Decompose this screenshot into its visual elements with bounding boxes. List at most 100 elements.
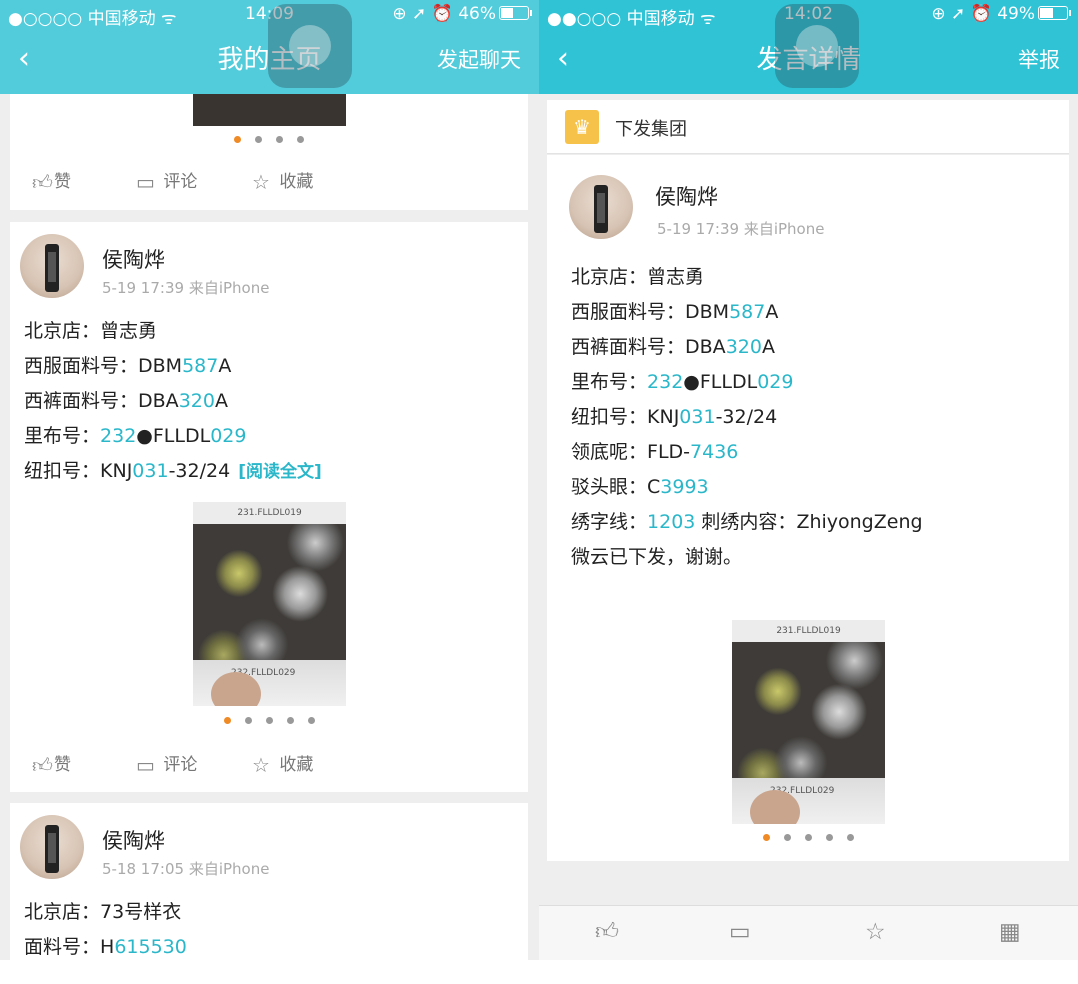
line-value: 曾志勇 [100, 320, 158, 342]
post-line: 西裤面料号：DBA320A [24, 386, 228, 413]
line-value: 曾志勇 [647, 266, 705, 288]
post-card: 侯陶烨 5-18 17:05 来自iPhone 北京店：73号样衣 面料号：H6… [10, 803, 528, 960]
post-time: 5-18 17:05 [102, 860, 185, 878]
status-indicators: ⊕ ➚ ⏰ 49% [931, 4, 1035, 24]
avatar[interactable] [20, 234, 84, 298]
read-more-link[interactable]: [阅读全文] [238, 462, 322, 482]
comment-icon[interactable]: ▭ [729, 919, 751, 945]
post-line: 北京店：曾志勇 [571, 262, 704, 289]
start-chat-button[interactable]: 发起聊天 [437, 46, 521, 74]
carousel-dot[interactable] [804, 834, 812, 841]
user-name[interactable]: 侯陶烨 [655, 181, 718, 211]
carousel-dot[interactable] [307, 717, 315, 724]
line-key: 北京店： [24, 320, 101, 342]
like-button[interactable]: 👍︎赞 [32, 167, 71, 195]
carousel-dot[interactable] [297, 136, 304, 143]
carousel-dots [547, 834, 1069, 841]
line-number[interactable]: 587 [729, 301, 765, 323]
favorite-button[interactable]: ☆ 收藏 [252, 167, 313, 194]
comment-button[interactable]: ▭ 评论 [136, 750, 197, 777]
carousel-dot[interactable] [846, 834, 854, 841]
my-homepage-screen: ●○○○○ 中国移动 ᯤ 14:09 ⊕ ➚ ⏰ 46% ‹ 我的主页 发起聊天… [0, 0, 539, 960]
line-value: DBM [138, 355, 183, 377]
like-button[interactable]: 👍︎赞 [32, 750, 71, 778]
line-value: ●FLLDL [683, 371, 758, 393]
line-key: 西裤面料号： [24, 390, 139, 412]
line-number[interactable]: 031 [679, 406, 715, 428]
post-photo[interactable]: 231.FLLDL019 232.FLLDL029 [732, 620, 885, 824]
post-detail-card: 侯陶烨 5-19 17:39 来自iPhone 北京店：曾志勇 西服面料号：DB… [547, 155, 1069, 861]
battery-icon [499, 6, 532, 20]
line-number[interactable]: 232 [100, 425, 136, 447]
line-number[interactable]: 320 [726, 336, 762, 358]
comment-label: 评论 [163, 755, 198, 775]
post-line: 微云已下发，谢谢。 [571, 546, 743, 568]
favorite-button[interactable]: ☆ 收藏 [252, 750, 313, 777]
line-value: A [765, 301, 779, 323]
comment-label: 评论 [163, 172, 198, 192]
line-number[interactable]: 587 [182, 355, 218, 377]
comment-button[interactable]: ▭ 评论 [136, 167, 197, 194]
post-meta: 5-18 17:05 来自iPhone [102, 858, 269, 879]
line-number[interactable]: 3993 [660, 476, 708, 498]
post-line: 纽扣号：KNJ031-32/24 [571, 402, 777, 429]
post-source: 来自iPhone [188, 860, 270, 878]
line-number[interactable]: 615530 [114, 936, 187, 958]
carousel-dot[interactable] [255, 136, 262, 143]
post-photo[interactable] [193, 94, 346, 126]
post-line: 西服面料号：DBM587A [571, 297, 778, 324]
assistive-touch-button[interactable] [268, 4, 352, 88]
line-number[interactable]: 320 [179, 390, 215, 412]
group-header[interactable]: ♛ 下发集团 [547, 100, 1069, 154]
carousel-dot[interactable] [223, 717, 231, 724]
carousel-dot[interactable] [286, 717, 294, 724]
line-key: 面料号： [24, 936, 101, 958]
avatar[interactable] [569, 175, 633, 239]
carousel-dot[interactable] [276, 136, 283, 143]
carousel-dots [10, 136, 528, 143]
avatar[interactable] [20, 815, 84, 879]
line-key: 里布号： [24, 425, 101, 447]
star-icon[interactable]: ☆ [865, 919, 886, 945]
assistive-touch-button[interactable] [775, 4, 859, 88]
line-value: A [214, 390, 228, 412]
thumbs-up-icon: 👍︎ [32, 753, 53, 777]
thumbs-up-icon[interactable]: 👍︎ [595, 919, 619, 946]
post-photo[interactable]: 231.FLLDL019 232.FLLDL029 [193, 502, 346, 706]
post-source: 来自iPhone [743, 220, 825, 238]
favorite-label: 收藏 [279, 755, 314, 775]
status-right-icons: ⊕ ➚ ⏰ 46% [392, 4, 532, 24]
line-number[interactable]: 031 [132, 460, 168, 482]
line-value: DBA [685, 336, 726, 358]
line-number[interactable]: 1203 [647, 511, 695, 533]
grid-menu-icon[interactable]: ▦ [999, 919, 1021, 945]
group-name: 下发集团 [615, 119, 687, 140]
user-name[interactable]: 侯陶烨 [102, 825, 165, 855]
line-number[interactable]: 7436 [690, 441, 738, 463]
carousel-dot[interactable] [234, 136, 241, 143]
post-detail-screen: ●●○○○ 中国移动 ᯤ 14:02 ⊕ ➚ ⏰ 49% ‹ 发言详情 举报 ♛… [539, 0, 1078, 960]
line-key: 纽扣号： [24, 460, 101, 482]
post-card: 👍︎赞 ▭ 评论 ☆ 收藏 [10, 94, 528, 210]
report-button[interactable]: 举报 [1018, 46, 1060, 74]
line-value: H [100, 936, 115, 958]
carousel-dot[interactable] [825, 834, 833, 841]
line-key: 西服面料号： [24, 355, 139, 377]
line-number[interactable]: 029 [757, 371, 793, 393]
user-name[interactable]: 侯陶烨 [102, 244, 165, 274]
line-value: A [761, 336, 775, 358]
carousel-dot[interactable] [762, 834, 770, 841]
post-line: 绣字线：1203 刺绣内容：ZhiyongZeng [571, 507, 923, 534]
post-line: 驳头眼：C3993 [571, 472, 709, 499]
post-line: 领底呢：FLD-7436 [571, 437, 738, 464]
carousel-dot[interactable] [265, 717, 273, 724]
line-number[interactable]: 029 [210, 425, 246, 447]
line-key: 里布号： [571, 371, 648, 393]
line-key: 西服面料号： [571, 301, 686, 323]
line-number[interactable]: 232 [647, 371, 683, 393]
line-value: -32/24 [715, 406, 778, 428]
post-line: 纽扣号：KNJ031-32/24 [阅读全文] [24, 456, 322, 483]
post-time: 5-19 17:39 [102, 279, 185, 297]
carousel-dot[interactable] [783, 834, 791, 841]
carousel-dot[interactable] [244, 717, 252, 724]
